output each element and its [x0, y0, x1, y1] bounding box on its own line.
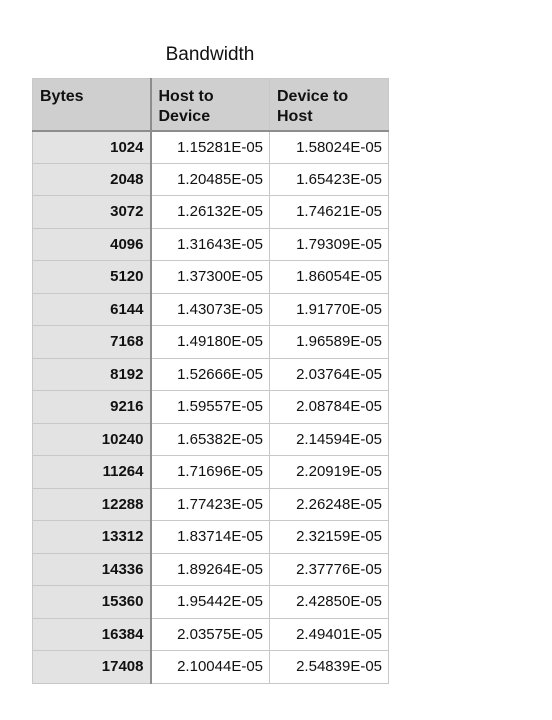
table-title: Bandwidth [165, 44, 255, 65]
cell-host-to-device: 1.49180E-05 [150, 325, 270, 359]
cell-device-to-host: 2.32159E-05 [269, 520, 389, 554]
cell-host-to-device: 1.65382E-05 [150, 422, 270, 456]
cell-bytes: 6144 [32, 292, 152, 326]
cell-device-to-host: 2.37776E-05 [269, 552, 389, 586]
cell-bytes: 9216 [32, 390, 152, 424]
cell-host-to-device: 1.89264E-05 [150, 552, 270, 586]
cell-device-to-host: 2.54839E-05 [269, 650, 389, 684]
cell-bytes: 17408 [32, 650, 152, 684]
table-row: 10240 1.65382E-05 2.14594E-05 [32, 422, 389, 456]
table-row: 1024 1.15281E-05 1.58024E-05 [32, 130, 389, 164]
cell-host-to-device: 1.95442E-05 [150, 585, 270, 619]
cell-bytes: 1024 [32, 130, 152, 164]
table-row: 2048 1.20485E-05 1.65423E-05 [32, 162, 389, 196]
table-row: 5120 1.37300E-05 1.86054E-05 [32, 260, 389, 294]
cell-host-to-device: 1.71696E-05 [150, 455, 270, 489]
cell-device-to-host: 1.65423E-05 [269, 162, 389, 196]
cell-device-to-host: 2.26248E-05 [269, 487, 389, 521]
cell-bytes: 12288 [32, 487, 152, 521]
table-row: 13312 1.83714E-05 2.32159E-05 [32, 520, 389, 554]
cell-host-to-device: 1.77423E-05 [150, 487, 270, 521]
cell-device-to-host: 1.91770E-05 [269, 292, 389, 326]
table-row: 15360 1.95442E-05 2.42850E-05 [32, 585, 389, 619]
table-viewport: Bytes Host to Device Device to Host 1024 1.… [32, 78, 392, 690]
table-row: 16384 2.03575E-05 2.49401E-05 [32, 617, 389, 651]
cell-host-to-device: 2.10044E-05 [150, 650, 270, 684]
cell-host-to-device: 1.59557E-05 [150, 390, 270, 424]
cell-host-to-device: 2.03575E-05 [150, 617, 270, 651]
cell-bytes: 16384 [32, 617, 152, 651]
cell-device-to-host: 1.86054E-05 [269, 260, 389, 294]
cell-device-to-host: 2.14594E-05 [269, 422, 389, 456]
cell-host-to-device: 1.37300E-05 [150, 260, 270, 294]
cell-device-to-host: 1.79309E-05 [269, 227, 389, 261]
table-row: 6144 1.43073E-05 1.91770E-05 [32, 292, 389, 326]
cell-bytes: 13312 [32, 520, 152, 554]
cell-bytes: 10240 [32, 422, 152, 456]
cell-host-to-device: 1.31643E-05 [150, 227, 270, 261]
cell-bytes: 15360 [32, 585, 152, 619]
cell-device-to-host: 2.08784E-05 [269, 390, 389, 424]
column-header-device-to-host: Device to Host [269, 78, 389, 132]
table-row: 9216 1.59557E-05 2.08784E-05 [32, 390, 389, 424]
cell-host-to-device: 1.83714E-05 [150, 520, 270, 554]
cell-device-to-host: 1.74621E-05 [269, 195, 389, 229]
cell-bytes: 11264 [32, 455, 152, 489]
cell-host-to-device: 1.20485E-05 [150, 162, 270, 196]
column-header-host-to-device: Host to Device [150, 78, 270, 132]
column-header-bytes: Bytes [32, 78, 152, 132]
cell-bytes: 2048 [32, 162, 152, 196]
cell-bytes: 3072 [32, 195, 152, 229]
cell-host-to-device: 1.26132E-05 [150, 195, 270, 229]
table-row: 11264 1.71696E-05 2.20919E-05 [32, 455, 389, 489]
table-row: 3072 1.26132E-05 1.74621E-05 [32, 195, 389, 229]
cell-device-to-host: 2.03764E-05 [269, 357, 389, 391]
table-row: 4096 1.31643E-05 1.79309E-05 [32, 227, 389, 261]
cell-host-to-device: 1.43073E-05 [150, 292, 270, 326]
cell-host-to-device: 1.15281E-05 [150, 130, 270, 164]
header-row: Bytes Host to Device Device to Host [32, 78, 389, 132]
cell-bytes: 14336 [32, 552, 152, 586]
cell-bytes: 7168 [32, 325, 152, 359]
cell-device-to-host: 2.49401E-05 [269, 617, 389, 651]
table-row: 12288 1.77423E-05 2.26248E-05 [32, 487, 389, 521]
cell-device-to-host: 2.42850E-05 [269, 585, 389, 619]
cell-device-to-host: 1.58024E-05 [269, 130, 389, 164]
table-row: 14336 1.89264E-05 2.37776E-05 [32, 552, 389, 586]
cell-bytes: 5120 [32, 260, 152, 294]
cell-host-to-device: 1.52666E-05 [150, 357, 270, 391]
table-row: 17408 2.10044E-05 2.54839E-05 [32, 650, 389, 684]
table-row: 7168 1.49180E-05 1.96589E-05 [32, 325, 389, 359]
cell-device-to-host: 1.96589E-05 [269, 325, 389, 359]
bandwidth-table: Bytes Host to Device Device to Host 1024 1.… [32, 78, 389, 684]
table-row: 8192 1.52666E-05 2.03764E-05 [32, 357, 389, 391]
cell-bytes: 8192 [32, 357, 152, 391]
cell-bytes: 4096 [32, 227, 152, 261]
cell-device-to-host: 2.20919E-05 [269, 455, 389, 489]
